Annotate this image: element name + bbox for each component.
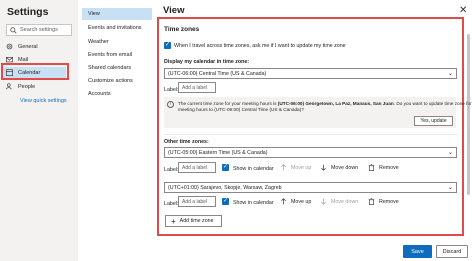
- info-line-2: meeting hours to (UTC-06:00) Central Tim…: [178, 107, 304, 112]
- trash-icon: [368, 198, 375, 205]
- arrow-up-icon: [281, 164, 286, 171]
- chevron-down-icon: ⌄: [447, 71, 453, 77]
- nav-item-general[interactable]: General: [6, 41, 38, 52]
- trash-icon: [368, 164, 375, 171]
- other-time-zone-value: (UTC+01:00) Sarajevo, Skopje, Warsaw, Za…: [168, 184, 282, 191]
- other-time-zone-dropdown-2[interactable]: (UTC+01:00) Sarajevo, Skopje, Warsaw, Za…: [164, 182, 457, 193]
- gear-icon: [6, 43, 13, 50]
- mail-icon: [6, 57, 13, 63]
- travel-checkbox-label: When I travel across time zones, ask me …: [174, 43, 346, 49]
- nav-item-people[interactable]: People: [6, 81, 35, 92]
- calendar-highlight-box: [1, 63, 69, 80]
- show-in-calendar-label: Show in calendar: [233, 200, 274, 206]
- chevron-down-icon: ⌄: [447, 185, 453, 191]
- arrow-down-icon: [321, 164, 326, 171]
- arrow-up-icon: [281, 198, 286, 205]
- info-line-1: The current time zone for your meeting h…: [178, 101, 472, 106]
- primary-time-zone-dropdown[interactable]: (UTC-06:00) Central Time (US & Canada) ⌄: [164, 68, 457, 79]
- show-in-calendar-checkbox-1[interactable]: ✓: [222, 164, 229, 171]
- subnav-item-events-from-email[interactable]: Events from email: [82, 49, 152, 61]
- page-title: View: [163, 5, 185, 16]
- subnav-item-customize-actions[interactable]: Customize actions: [82, 75, 152, 87]
- show-in-calendar-label: Show in calendar: [233, 166, 274, 172]
- chevron-down-icon: ⌄: [447, 150, 453, 156]
- scrollbar[interactable]: [467, 34, 470, 195]
- add-time-zone-label: Add time zone: [179, 218, 214, 224]
- move-up-button-1[interactable]: Move up: [280, 164, 311, 171]
- nav-item-label: General: [18, 43, 38, 50]
- show-in-calendar-checkbox-2[interactable]: ✓: [222, 198, 229, 205]
- move-down-button-2[interactable]: Move down: [320, 198, 358, 205]
- move-up-button-2[interactable]: Move up: [280, 198, 311, 205]
- people-icon: [6, 83, 12, 90]
- move-down-button-1[interactable]: Move down: [320, 164, 358, 171]
- subnav-item-accounts[interactable]: Accounts: [82, 88, 152, 100]
- view-quick-settings-link[interactable]: View quick settings: [20, 98, 67, 104]
- label-caption: Label:: [164, 167, 179, 173]
- other-time-zone-dropdown-1[interactable]: (UTC-05:00) Eastern Time (US & Canada) ⌄: [164, 147, 457, 158]
- primary-time-zone-value: (UTC-06:00) Central Time (US & Canada): [168, 70, 267, 77]
- primary-label-input[interactable]: Add a label: [178, 82, 216, 93]
- other-label-input-2[interactable]: Add a label: [178, 196, 216, 207]
- travel-checkbox[interactable]: ✓: [164, 42, 171, 49]
- add-time-zone-button[interactable]: + Add time zone: [165, 215, 222, 227]
- arrow-down-icon: [321, 198, 326, 205]
- close-icon[interactable]: ✕: [459, 5, 467, 16]
- other-time-zones-label: Other time zones:: [164, 139, 209, 145]
- search-placeholder: Search settings: [20, 27, 58, 33]
- subnav-item-events[interactable]: Events and invitations: [82, 22, 152, 34]
- label-caption: Label:: [164, 87, 179, 93]
- settings-title: Settings: [7, 6, 49, 18]
- calendar-subnav: View Events and invitations Weather Even…: [82, 0, 152, 261]
- other-label-input-1[interactable]: Add a label: [178, 162, 216, 173]
- discard-button[interactable]: Discard: [436, 245, 468, 258]
- divider: [164, 134, 458, 135]
- yes-update-button[interactable]: Yes, update: [414, 116, 453, 126]
- save-button[interactable]: Save: [403, 245, 432, 258]
- nav-item-label: Mail: [18, 56, 29, 63]
- nav-item-label: People: [18, 83, 36, 90]
- time-zones-heading: Time zones: [164, 26, 200, 33]
- label-caption: Label:: [164, 201, 179, 207]
- other-time-zone-value: (UTC-05:00) Eastern Time (US & Canada): [168, 149, 268, 156]
- search-input[interactable]: Search settings: [6, 24, 72, 36]
- subnav-item-view[interactable]: View: [82, 8, 152, 20]
- remove-button-1[interactable]: Remove: [368, 164, 399, 171]
- info-icon: i: [167, 101, 174, 108]
- remove-button-2[interactable]: Remove: [368, 198, 399, 205]
- plus-icon: +: [171, 216, 176, 226]
- subnav-item-shared-calendars[interactable]: Shared calendars: [82, 62, 152, 74]
- settings-sidebar: Settings Search settings General Mail Ca…: [0, 0, 78, 261]
- display-time-zone-label: Display my calendar in time zone:: [164, 59, 250, 65]
- subnav-item-weather[interactable]: Weather: [82, 36, 152, 48]
- search-icon: [10, 26, 17, 34]
